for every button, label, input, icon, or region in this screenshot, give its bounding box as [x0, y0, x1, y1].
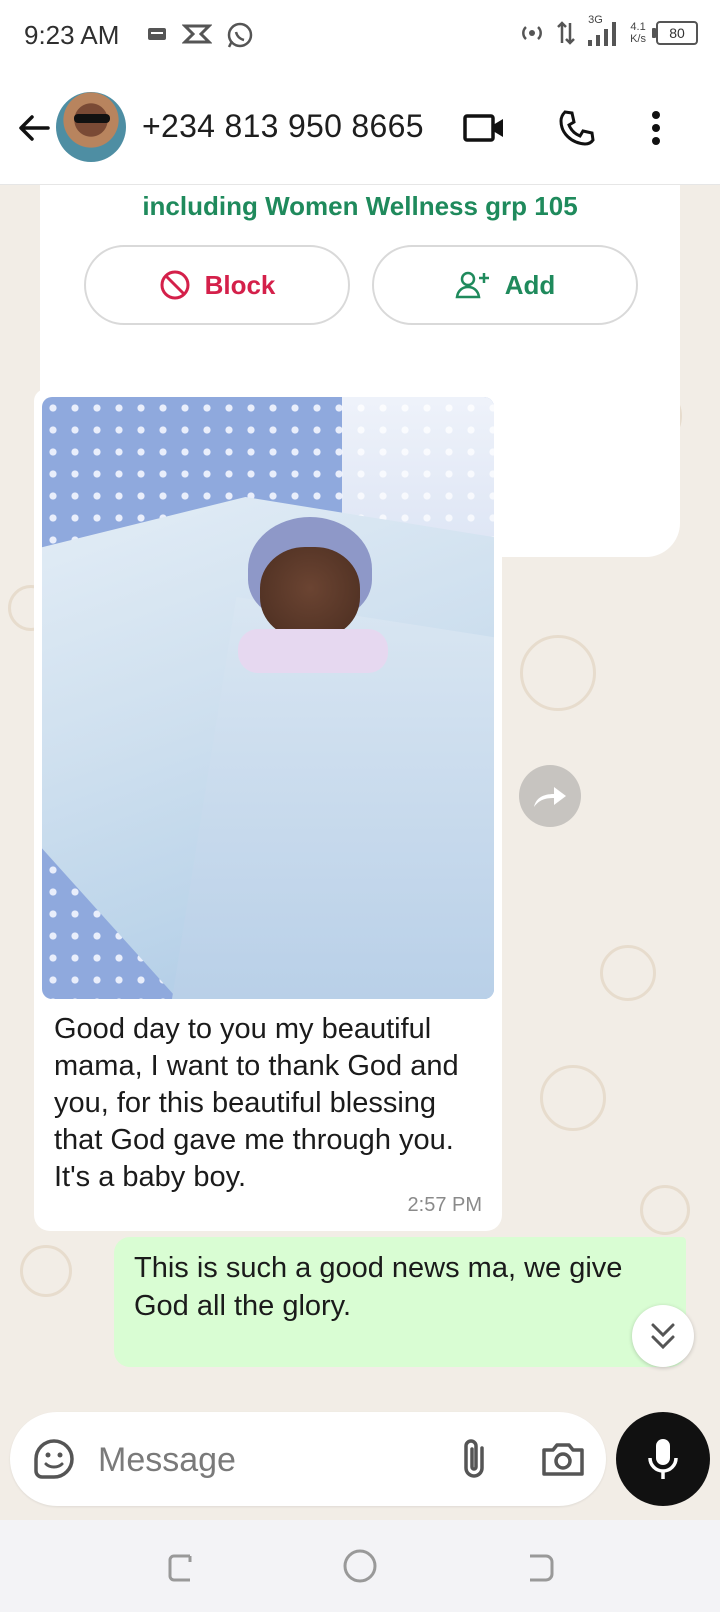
- wallpaper-doodle: [540, 1065, 606, 1131]
- message-time: 2:57 PM: [407, 1194, 482, 1216]
- chat-header: +234 813 950 8665: [0, 74, 720, 185]
- add-label: Add: [504, 269, 556, 300]
- wallpaper-doodle: [600, 945, 656, 1001]
- voice-call-button[interactable]: [552, 104, 600, 152]
- block-label: Block: [204, 269, 276, 300]
- system-navigation-bar: [0, 1520, 720, 1612]
- whatsapp-notification-icon: [227, 22, 253, 48]
- status-time: 9:23 AM: [24, 20, 120, 50]
- forward-button[interactable]: [519, 765, 581, 827]
- home-icon[interactable]: [340, 1546, 380, 1586]
- block-icon: [160, 270, 190, 300]
- message-composer: [10, 1412, 606, 1506]
- network-speed: 4.1 K/s: [630, 21, 646, 45]
- video-camera-icon: [463, 114, 503, 142]
- message-photo[interactable]: [42, 397, 494, 999]
- add-person-icon: [455, 271, 489, 299]
- add-contact-button[interactable]: Add: [372, 245, 638, 325]
- chat-area[interactable]: including Women Wellness grp 105 Block A…: [0, 185, 720, 1520]
- voice-message-button[interactable]: [616, 1412, 710, 1506]
- double-chevron-down-icon: [651, 1323, 675, 1350]
- incoming-message[interactable]: Good day to you my beautiful mama, I wan…: [34, 389, 502, 1231]
- common-groups-text: including Women Wellness grp 105: [142, 191, 578, 221]
- more-options-button[interactable]: [632, 104, 680, 152]
- contact-avatar[interactable]: [56, 92, 126, 162]
- camera-icon[interactable]: [538, 1434, 588, 1484]
- status-bar: 9:23 AM 3G 4.1 K/s 80: [0, 0, 720, 74]
- message-notification-icon: [148, 28, 166, 40]
- outgoing-message-text: This is such a good news ma, we give God…: [134, 1252, 623, 1322]
- forward-icon: [534, 787, 566, 807]
- app-notification-icon: [182, 24, 212, 44]
- sticker-icon[interactable]: [30, 1435, 78, 1483]
- incoming-message-text: Good day to you my beautiful mama, I wan…: [54, 1013, 459, 1193]
- scroll-to-bottom-button[interactable]: [632, 1305, 694, 1367]
- block-button[interactable]: Block: [84, 245, 350, 325]
- recent-apps-icon[interactable]: [160, 1546, 200, 1586]
- wallpaper-doodle: [20, 1245, 72, 1297]
- photo-baby-collar: [238, 629, 388, 673]
- battery-level: 80: [669, 25, 685, 41]
- more-vertical-icon: [652, 111, 660, 145]
- photo-baby-face: [260, 547, 360, 639]
- paperclip-icon[interactable]: [450, 1434, 500, 1484]
- message-input[interactable]: [96, 1432, 430, 1488]
- wallpaper-doodle: [520, 635, 596, 711]
- network-type: 3G: [588, 14, 603, 26]
- phone-icon: [559, 110, 595, 146]
- data-transfer-icon: [557, 21, 575, 45]
- hotspot-icon: [522, 26, 543, 40]
- wallpaper-doodle: [640, 1185, 690, 1235]
- contact-name[interactable]: +234 813 950 8665: [142, 108, 424, 145]
- back-nav-icon[interactable]: [520, 1546, 560, 1586]
- video-call-button[interactable]: [460, 104, 508, 152]
- microphone-icon: [648, 1439, 678, 1479]
- battery-icon: 80: [652, 21, 698, 45]
- avatar-glasses: [74, 114, 110, 123]
- outgoing-message[interactable]: This is such a good news ma, we give God…: [114, 1237, 686, 1367]
- back-arrow-icon[interactable]: [14, 108, 54, 148]
